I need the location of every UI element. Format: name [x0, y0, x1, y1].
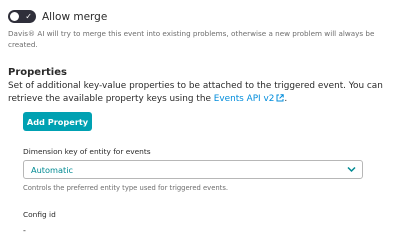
properties-description: Set of additional key-value properties t…: [8, 80, 393, 106]
properties-title: Properties: [8, 67, 67, 78]
allow-merge-row: ✓ Allow merge: [8, 10, 107, 23]
chevron-down-icon: [347, 166, 356, 173]
dimension-key-select[interactable]: Automatic: [23, 160, 363, 179]
dimension-key-label: Dimension key of entity for events: [23, 147, 151, 156]
properties-description-end: .: [284, 94, 288, 104]
toggle-knob: [10, 12, 19, 21]
dimension-key-help: Controls the preferred entity type used …: [23, 184, 229, 192]
check-icon: ✓: [25, 12, 32, 21]
dimension-key-value: Automatic: [31, 165, 73, 175]
allow-merge-toggle[interactable]: ✓: [8, 10, 36, 23]
config-id-value: -: [23, 226, 26, 235]
add-property-button[interactable]: Add Property: [23, 112, 92, 131]
events-api-link[interactable]: Events API v2: [214, 94, 285, 104]
properties-description-text: Set of additional key-value properties t…: [8, 81, 383, 104]
allow-merge-help: Davis® AI will try to merge this event i…: [8, 29, 375, 49]
config-id-label: Config id: [23, 210, 56, 219]
events-api-link-text: Events API v2: [213, 94, 275, 104]
allow-merge-label: Allow merge: [42, 10, 108, 23]
